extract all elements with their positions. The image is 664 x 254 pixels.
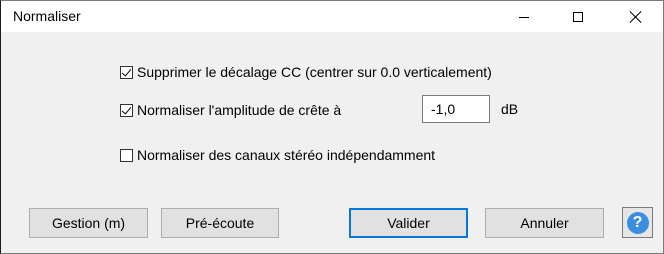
normalize-dialog: Normaliser Supprimer le décalage CC (cen… bbox=[0, 0, 664, 254]
close-button[interactable] bbox=[613, 1, 659, 32]
manage-button[interactable]: Gestion (m) bbox=[29, 208, 148, 238]
preview-button[interactable]: Pré-écoute bbox=[161, 208, 279, 238]
title-bar[interactable]: Normaliser bbox=[1, 1, 663, 32]
minimize-button[interactable] bbox=[501, 1, 547, 32]
minimize-icon bbox=[519, 17, 529, 18]
maximize-icon bbox=[573, 11, 583, 22]
help-button[interactable]: ? bbox=[622, 207, 653, 238]
close-icon bbox=[630, 11, 642, 23]
remove-dc-offset-option[interactable]: Supprimer le décalage CC (centrer sur 0.… bbox=[120, 64, 492, 80]
remove-dc-offset-label: Supprimer le décalage CC (centrer sur 0.… bbox=[137, 64, 492, 80]
ok-button[interactable]: Valider bbox=[349, 208, 468, 238]
remove-dc-offset-checkbox[interactable] bbox=[120, 65, 133, 79]
cancel-button[interactable]: Annuler bbox=[485, 208, 604, 238]
window-title: Normaliser bbox=[13, 8, 81, 24]
stereo-independent-option[interactable]: Normaliser des canaux stéréo indépendamm… bbox=[120, 147, 435, 163]
help-icon: ? bbox=[626, 211, 649, 234]
stereo-independent-label: Normaliser des canaux stéréo indépendamm… bbox=[137, 147, 436, 163]
stereo-independent-checkbox[interactable] bbox=[120, 148, 133, 162]
normalize-peak-label: Normaliser l'amplitude de crête à bbox=[137, 102, 342, 118]
normalize-peak-checkbox[interactable] bbox=[120, 103, 133, 117]
peak-amplitude-input[interactable]: -1,0 bbox=[422, 95, 490, 123]
normalize-peak-option[interactable]: Normaliser l'amplitude de crête à bbox=[120, 102, 341, 118]
peak-unit-label: dB bbox=[501, 101, 519, 117]
maximize-button[interactable] bbox=[555, 1, 601, 32]
